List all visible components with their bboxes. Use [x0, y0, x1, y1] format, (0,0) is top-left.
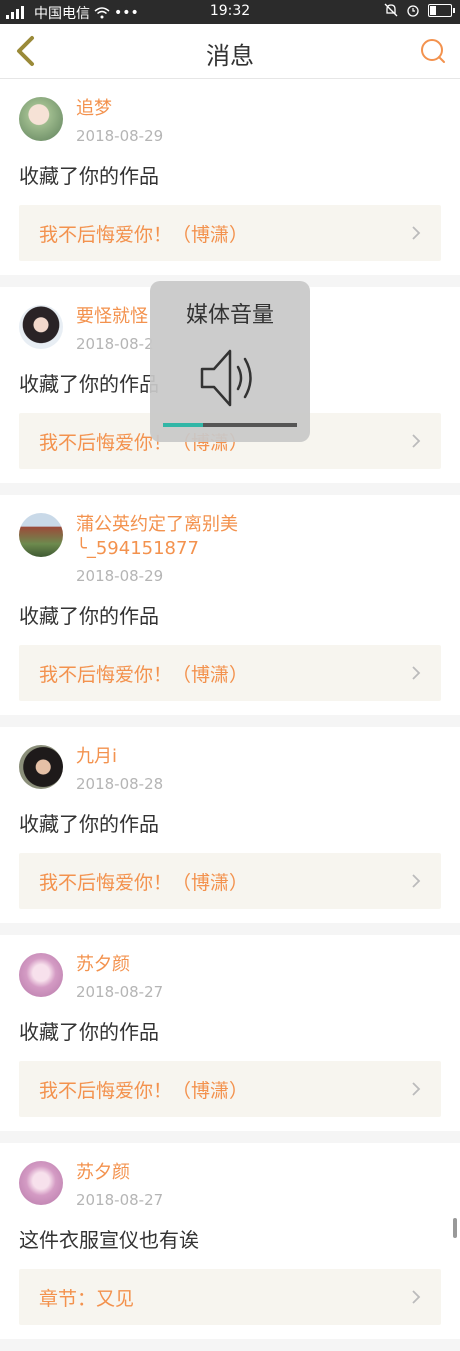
work-link[interactable]: 我不后悔爱你！（博潇）: [19, 853, 441, 909]
volume-level: [163, 423, 204, 427]
list-item[interactable]: 追梦 2018-08-29 收藏了你的作品 我不后悔爱你！（博潇）: [0, 79, 460, 275]
list-item[interactable]: 苏夕颜 2018-08-27 这件衣服宣仪也有诶 章节：又见: [0, 1143, 460, 1339]
message-date: 2018-08-27: [76, 983, 164, 1001]
battery-icon: [428, 3, 455, 17]
message-text: 收藏了你的作品: [19, 812, 159, 836]
avatar[interactable]: [19, 745, 63, 789]
message-date: 2018-08-28: [76, 775, 164, 793]
work-link[interactable]: 我不后悔爱你！（博潇）: [19, 205, 441, 261]
mute-icon: [384, 3, 398, 17]
list-item[interactable]: 苏夕颜 2018-08-27 收藏了你的作品 我不后悔爱你！（博潇）: [0, 935, 460, 1131]
volume-slider[interactable]: [163, 423, 297, 427]
chevron-right-icon: [412, 226, 421, 240]
message-date: 2018-08-27: [76, 1191, 164, 1209]
message-date: 2018-08-2: [76, 335, 154, 353]
user-name[interactable]: 追梦: [76, 97, 163, 121]
avatar[interactable]: [19, 97, 63, 141]
work-link[interactable]: 章节：又见: [19, 1269, 441, 1325]
chevron-right-icon: [412, 1082, 421, 1096]
avatar[interactable]: [19, 305, 63, 349]
work-link[interactable]: 我不后悔爱你！（博潇）: [19, 645, 441, 701]
avatar[interactable]: [19, 1161, 63, 1205]
search-icon[interactable]: [418, 36, 448, 66]
nav-bar: 消息: [0, 24, 460, 79]
avatar[interactable]: [19, 953, 63, 997]
user-name[interactable]: 苏夕颜: [76, 953, 163, 977]
volume-toast: 媒体音量: [150, 281, 310, 442]
work-title: 我不后悔爱你！（博潇）: [39, 223, 249, 246]
work-title: 章节：又见: [39, 1287, 135, 1310]
work-title: 我不后悔爱你！（博潇）: [39, 1079, 249, 1102]
avatar[interactable]: [19, 513, 63, 557]
alarm-icon: [407, 5, 419, 17]
toast-title: 媒体音量: [185, 303, 274, 328]
message-text: 这件衣服宣仪也有诶: [19, 1228, 199, 1252]
list-item[interactable]: 九月i 2018-08-28 收藏了你的作品 我不后悔爱你！（博潇）: [0, 727, 460, 923]
user-name[interactable]: 九月i: [76, 745, 163, 769]
user-name[interactable]: 蒲公英约定了离别美: [76, 513, 238, 537]
work-title: 我不后悔爱你！（博潇）: [39, 663, 249, 686]
message-text: 收藏了你的作品: [19, 1020, 159, 1044]
list-item[interactable]: 蒲公英约定了离别美 ╰_594151877 2018-08-29 收藏了你的作品…: [0, 495, 460, 715]
scrollbar[interactable]: [453, 1218, 457, 1238]
message-date: 2018-08-29: [76, 567, 164, 585]
chevron-right-icon: [412, 1290, 421, 1304]
status-bar: 中国电信 ••• 19:32: [0, 0, 460, 24]
work-link[interactable]: 我不后悔爱你！（博潇）: [19, 1061, 441, 1117]
message-text: 收藏了你的作品: [19, 164, 159, 188]
chevron-right-icon: [412, 434, 421, 448]
chevron-right-icon: [412, 666, 421, 680]
user-name[interactable]: 苏夕颜: [76, 1161, 163, 1185]
speaker-icon: [200, 349, 252, 407]
user-name[interactable]: 要怪就怪: [76, 305, 154, 329]
status-right: [384, 3, 455, 17]
page-title: 消息: [206, 42, 254, 70]
user-name-line2[interactable]: ╰_594151877: [76, 537, 238, 561]
work-title: 我不后悔爱你！（博潇）: [39, 871, 249, 894]
chevron-right-icon: [412, 874, 421, 888]
message-date: 2018-08-29: [76, 127, 164, 145]
message-text: 收藏了你的作品: [19, 604, 159, 628]
message-list: 追梦 2018-08-29 收藏了你的作品 我不后悔爱你！（博潇） 要怪就怪 2…: [0, 79, 460, 1351]
